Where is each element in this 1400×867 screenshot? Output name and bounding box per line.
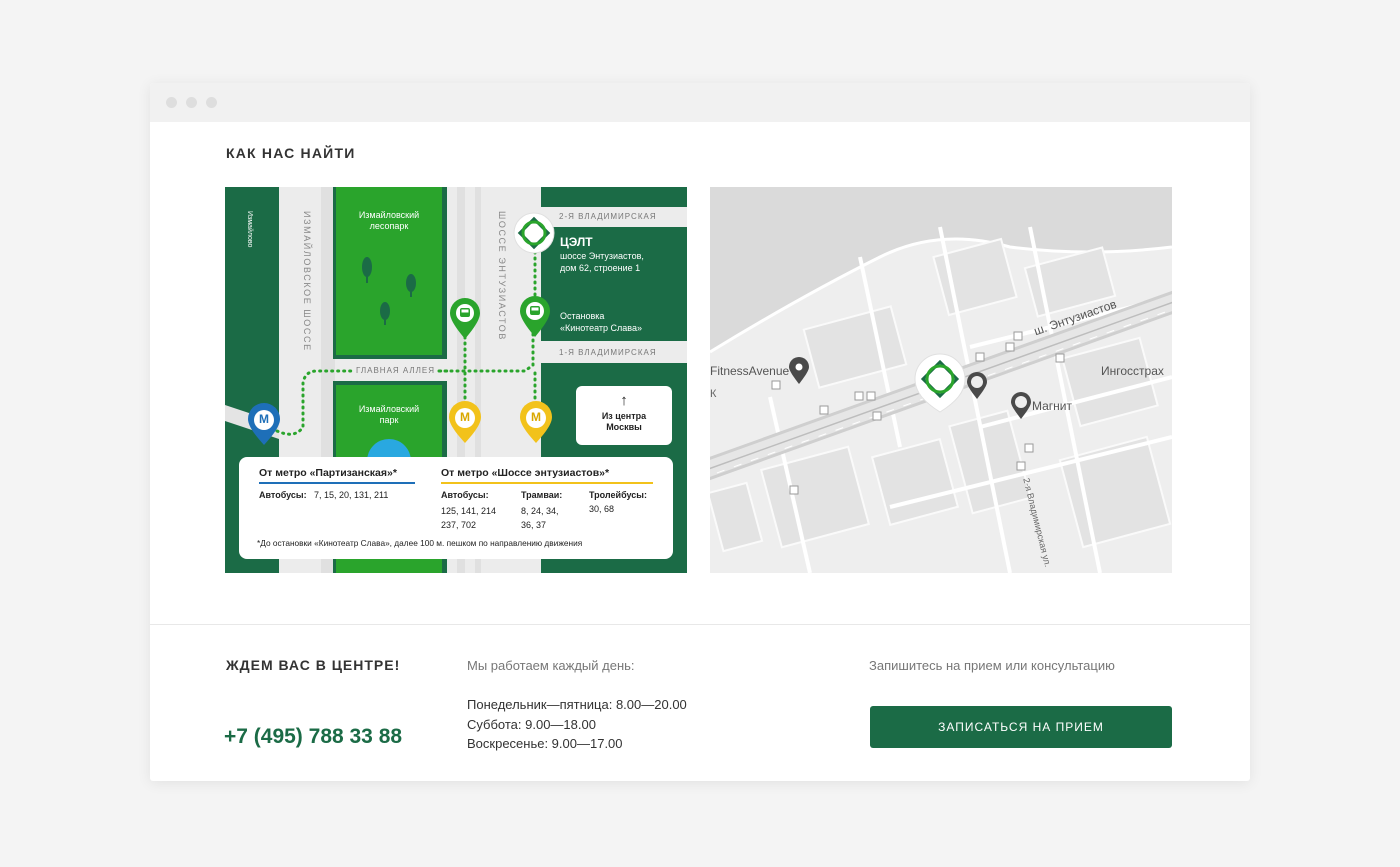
map-label-magnit: Магнит [1032,399,1073,413]
route1-bus-values: 7, 15, 20, 131, 211 [314,490,389,500]
map-graphics [710,187,1172,573]
forest-park-label-line1: Измайловский [358,210,420,220]
route2-trolley-label: Тролейбусы: [589,490,647,500]
bus-stop-label-line2: «Кинотеатр Слава» [560,323,642,333]
route2-bus-line2: 237, 702 [441,520,477,530]
route2-bus-values: 125, 141, 214 237, 702 [441,504,496,532]
from-center-label: Из центра Москвы [576,411,672,433]
street-izmailovskoe-shosse: ИЗМАЙЛОВСКОЕ ШОССЕ [302,211,312,352]
metro-glyph-yellow-2: М [531,410,541,424]
browser-window: КАК НАС НАЙТИ М М М Измайлово ИЗМАЙЛОВСК… [150,83,1250,781]
hours-sunday: Воскресенье: 9.00—17.00 [467,736,623,751]
route2-tram-values: 8, 24, 34, 36, 37 [521,504,559,532]
metro-glyph-blue: М [259,412,269,426]
forest-park-label: Измайловский лесопарк [336,210,442,232]
route-footnote: *До остановки «Кинотеатр Слава», далее 1… [257,538,583,548]
route2-title: От метро «Шоссе энтузиастов»* [441,467,610,479]
route2-tram-label: Трамваи: [521,490,563,500]
street-main-alley: ГЛАВНАЯ АЛЛЕЯ [354,366,438,375]
route1-underline [259,482,415,484]
route2-bus-line1: 125, 141, 214 [441,506,497,516]
park-label-line1: Измайловский [358,404,420,414]
from-center-line1: Из центра [601,411,647,421]
working-hours: Понедельник—пятница: 8.00—20.00 Суббота:… [467,695,687,754]
center-name: ЦЭЛТ [560,235,593,249]
park-label: Измайловский парк [336,404,442,426]
map-label-fitness: FitnessAvenue [710,364,790,378]
hours-heading: Мы работаем каждый день: [467,658,635,673]
hours-weekdays: Понедельник—пятница: 8.00—20.00 [467,697,687,712]
route2-bus-label: Автобусы: [441,490,489,500]
window-maximize-dot[interactable] [206,97,217,108]
phone-number[interactable]: +7 (495) 788 33 88 [224,725,402,749]
map-label-ingosstrakh: Ингосстрах [1101,364,1164,378]
bus-stop-label: Остановка «Кинотеатр Слава» [560,310,642,334]
metro-glyph-yellow-1: М [460,410,470,424]
route2-trolley-values: 30, 68 [589,504,615,514]
park-label-line2: парк [379,415,399,425]
center-address: шоссе Энтузиастов, дом 62, строение 1 [560,250,644,274]
book-appointment-button[interactable]: ЗАПИСАТЬСЯ НА ПРИЕМ [870,706,1172,748]
map-label-k: К [710,388,717,400]
section-divider [150,624,1250,625]
section-title: КАК НАС НАЙТИ [226,145,356,161]
footer-title: ЖДЕМ ВАС В ЦЕНТРЕ! [226,657,401,673]
street-entuziastov: ШОССЕ ЭНТУЗИАСТОВ [497,211,507,341]
route2-tram-line2: 36, 37 [521,520,547,530]
transport-info-card: От метро «Партизанская»* Автобусы: 7, 15… [239,457,673,559]
appointment-heading: Запишитесь на прием или консультацию [869,658,1115,673]
window-minimize-dot[interactable] [186,97,197,108]
window-titlebar [150,83,1250,122]
street-izmailovo: Измайлово [246,211,253,248]
street-2-vladimirskaya: 2-Я ВЛАДИМИРСКАЯ [559,212,657,221]
forest-park-label-line2: лесопарк [369,221,409,231]
window-close-dot[interactable] [166,97,177,108]
from-center-card: ↑ Из центра Москвы [576,386,672,445]
route2-underline [441,482,653,484]
up-arrow-icon: ↑ [620,392,628,409]
route1-title: От метро «Партизанская»* [259,467,397,479]
bus-stop-label-line1: Остановка [560,311,605,321]
from-center-line2: Москвы [606,422,642,432]
street-1-vladimirskaya: 1-Я ВЛАДИМИРСКАЯ [559,348,657,357]
route1-bus-label: Автобусы: [259,490,307,500]
hours-saturday: Суббота: 9.00—18.00 [467,716,596,732]
interactive-map[interactable]: FitnessAvenue К ш. Энтузиастов Ингосстра… [710,187,1172,573]
celt-logo-pin [513,212,555,254]
route-scheme-map: М М М Измайлово ИЗМАЙЛОВСКОЕ ШОССЕ ШОССЕ… [225,187,687,573]
center-address-line1: шоссе Энтузиастов, [560,251,644,261]
route2-tram-line1: 8, 24, 34, [521,506,559,516]
center-address-line2: дом 62, строение 1 [560,263,641,273]
